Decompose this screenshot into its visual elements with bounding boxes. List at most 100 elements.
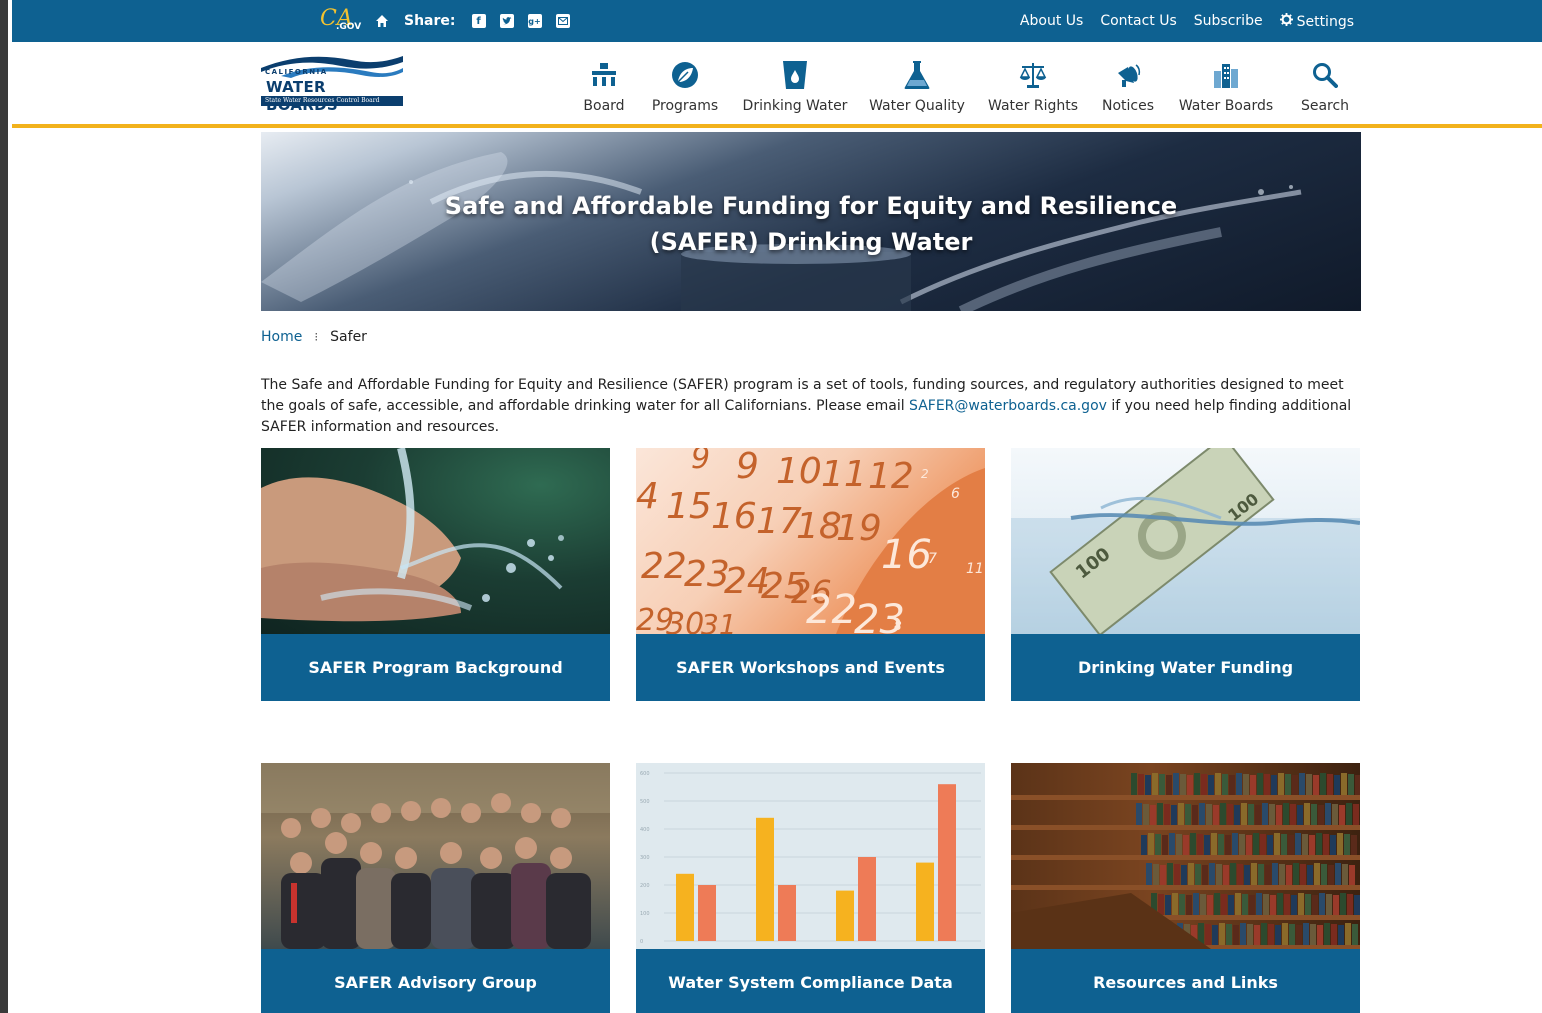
main-navigation: CALIFORNIA WATER BOARDS State Water Reso… bbox=[12, 42, 1542, 128]
book-spine bbox=[1187, 775, 1193, 795]
email-share-icon[interactable] bbox=[555, 14, 570, 28]
book-spine bbox=[1145, 775, 1151, 795]
nav-item-programs[interactable]: Programs bbox=[630, 60, 740, 114]
book-spine bbox=[1337, 833, 1343, 855]
ca-gov-logo[interactable]: CA .GOV bbox=[320, 6, 361, 36]
google-plus-icon[interactable]: g+ bbox=[527, 14, 542, 28]
breadcrumb: Home ⁝ Safer bbox=[261, 329, 367, 345]
chart-bar-yellow bbox=[916, 862, 934, 941]
book-spine bbox=[1256, 893, 1262, 915]
shelf-board bbox=[1011, 885, 1360, 890]
book-spine bbox=[1306, 774, 1312, 795]
facebook-icon[interactable]: f bbox=[471, 14, 486, 28]
nav-item-water-rights[interactable]: Water Rights bbox=[978, 60, 1088, 114]
breadcrumb-separator: ⁝ bbox=[314, 330, 319, 344]
book-spine bbox=[1248, 804, 1254, 825]
safer-email-link[interactable]: SAFER@waterboards.ca.gov bbox=[909, 398, 1107, 414]
book-spine bbox=[1212, 925, 1218, 945]
tile-drinking-water-funding[interactable]: 100 100 Drinking Water Funding bbox=[1011, 448, 1360, 701]
chart-bar-yellow bbox=[756, 817, 774, 941]
breadcrumb-home-link[interactable]: Home bbox=[261, 329, 302, 345]
book-spine bbox=[1267, 835, 1273, 855]
book-spine bbox=[1344, 834, 1350, 855]
book-spine bbox=[1296, 925, 1302, 945]
tile-water-system-compliance-data[interactable]: 600 500 400 300 200 100 0 Water System Complia… bbox=[636, 763, 985, 1013]
book-spine bbox=[1345, 923, 1351, 945]
about-us-link[interactable]: About Us bbox=[1020, 13, 1083, 29]
book-spine bbox=[1218, 834, 1224, 855]
tile-label: Resources and Links bbox=[1011, 949, 1360, 1013]
book-spine bbox=[1185, 804, 1191, 825]
book-spine bbox=[1201, 774, 1207, 795]
book-spine bbox=[1199, 803, 1205, 825]
book-spine bbox=[1197, 834, 1203, 855]
nav-item-water-quality[interactable]: Water Quality bbox=[862, 60, 972, 114]
book-spine bbox=[1313, 775, 1319, 795]
book-spine bbox=[1228, 895, 1234, 915]
book-spine bbox=[1220, 803, 1226, 825]
book-spine bbox=[1340, 893, 1346, 915]
book-spine bbox=[1283, 803, 1289, 825]
book-spine bbox=[1326, 894, 1332, 915]
book-spine bbox=[1278, 773, 1284, 795]
board-icon bbox=[589, 60, 619, 90]
book-spine bbox=[1205, 924, 1211, 945]
book-spine bbox=[1264, 774, 1270, 795]
water-boards-icon bbox=[1211, 60, 1241, 90]
book-spine bbox=[1289, 924, 1295, 945]
tile-label: SAFER Workshops and Events bbox=[636, 634, 985, 701]
book-spine bbox=[1304, 803, 1310, 825]
tile-safer-advisory-group[interactable]: SAFER Advisory Group bbox=[261, 763, 610, 1013]
contact-us-link[interactable]: Contact Us bbox=[1100, 13, 1176, 29]
shelf-board bbox=[1011, 795, 1360, 800]
book-spine bbox=[1211, 833, 1217, 855]
book-spine bbox=[1330, 835, 1336, 855]
calendar-number: 11 bbox=[821, 454, 867, 495]
calendar-number: 23 bbox=[684, 554, 730, 595]
book-spine bbox=[1222, 774, 1228, 795]
calendar-number: 11 bbox=[966, 561, 984, 577]
calendar-number: 19 bbox=[836, 508, 882, 549]
book-spine bbox=[1237, 864, 1243, 885]
book-spine bbox=[1241, 803, 1247, 825]
book-spine bbox=[1265, 865, 1271, 885]
book-spine bbox=[1309, 835, 1315, 855]
book-spine bbox=[1202, 865, 1208, 885]
advisory-group-photo bbox=[261, 763, 610, 949]
book-spine bbox=[1353, 804, 1359, 825]
book-spine bbox=[1258, 864, 1264, 885]
book-spine bbox=[1349, 865, 1355, 885]
hands-water-image bbox=[261, 448, 610, 634]
book-spine bbox=[1346, 803, 1352, 825]
book-spine bbox=[1276, 805, 1282, 825]
twitter-icon[interactable] bbox=[499, 14, 514, 28]
book-spine bbox=[1279, 864, 1285, 885]
book-spine bbox=[1173, 773, 1179, 795]
home-icon[interactable] bbox=[374, 13, 390, 29]
book-spine bbox=[1249, 895, 1255, 915]
subscribe-link[interactable]: Subscribe bbox=[1194, 13, 1263, 29]
book-spine bbox=[1138, 774, 1144, 795]
tile-safer-program-background[interactable]: SAFER Program Background bbox=[261, 448, 610, 701]
book-spine bbox=[1232, 833, 1238, 855]
book-spine bbox=[1297, 805, 1303, 825]
book-spine bbox=[1307, 865, 1313, 885]
tile-safer-workshops-events[interactable]: 9 9 10 11 12 4 15 16 17 18 19 22 23 24 2… bbox=[636, 448, 985, 701]
nav-item-search[interactable]: Search bbox=[1270, 60, 1380, 114]
book-spine bbox=[1193, 893, 1199, 915]
book-spine bbox=[1153, 864, 1159, 885]
library-bookshelves-image bbox=[1011, 763, 1360, 949]
nav-item-drinking-water[interactable]: Drinking Water bbox=[740, 60, 850, 114]
book-spine bbox=[1239, 834, 1245, 855]
book-spine bbox=[1311, 804, 1317, 825]
book-spine bbox=[1292, 775, 1298, 795]
book-spine bbox=[1290, 804, 1296, 825]
settings-link[interactable]: Settings bbox=[1279, 12, 1354, 30]
book-spine bbox=[1319, 893, 1325, 915]
book-spine bbox=[1244, 865, 1250, 885]
nav-item-water-boards[interactable]: Water Boards bbox=[1171, 60, 1281, 114]
tile-resources-and-links[interactable]: Resources and Links bbox=[1011, 763, 1360, 1013]
nav-item-notices[interactable]: Notices bbox=[1073, 60, 1183, 114]
book-spine bbox=[1200, 894, 1206, 915]
book-spine bbox=[1179, 894, 1185, 915]
